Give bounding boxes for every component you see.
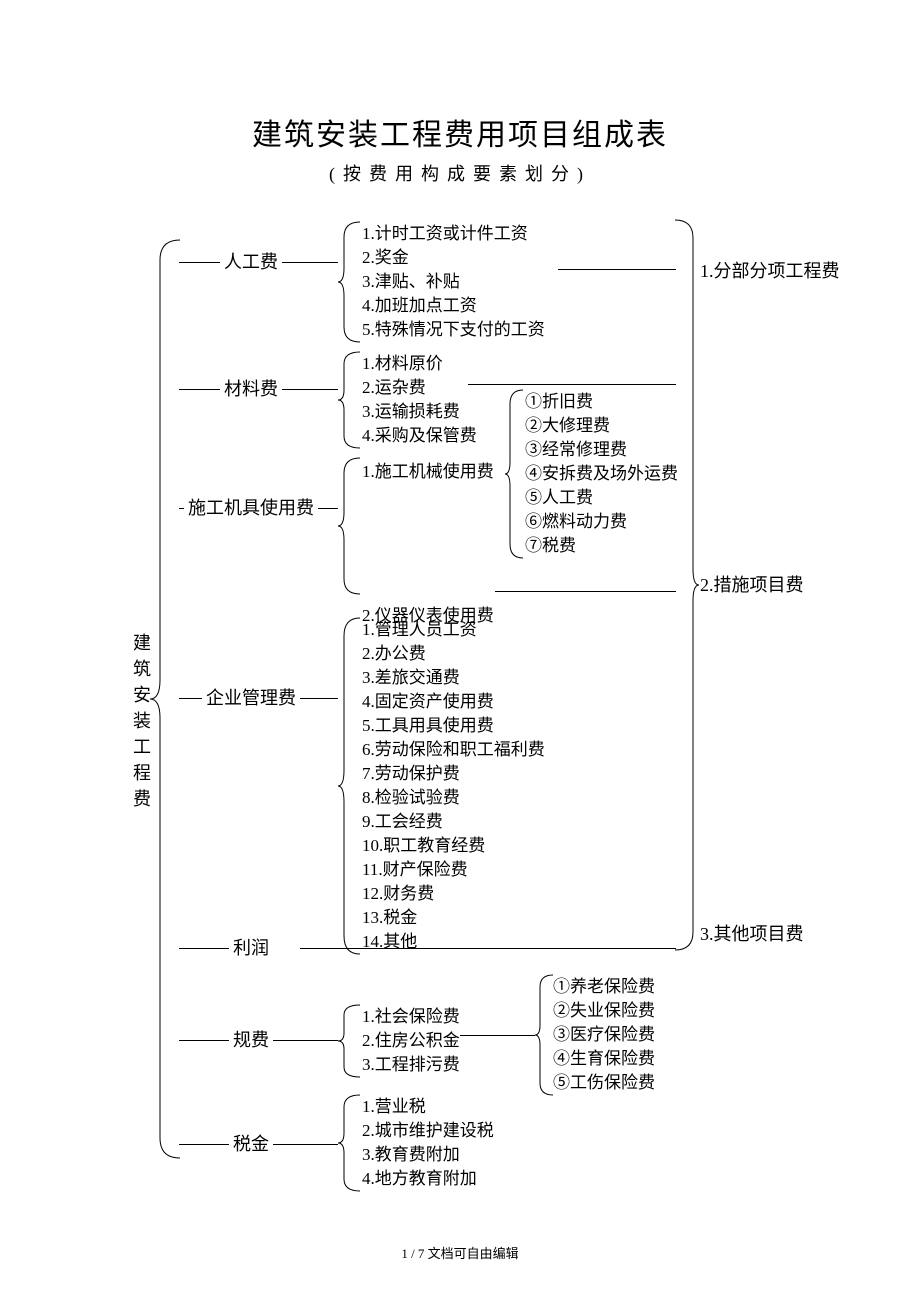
list-item: 6.劳动保险和职工福利费: [362, 738, 545, 762]
list-item: 1.社会保险费: [362, 1005, 460, 1029]
list-item: 4.采购及保管费: [362, 424, 477, 448]
list-item: 14.其他: [362, 930, 545, 954]
list-item: ③医疗保险费: [553, 1023, 655, 1047]
hline-right-2: [468, 384, 676, 385]
hline-left-税金: [179, 1144, 229, 1145]
root-label: 建筑安装工程费: [132, 630, 152, 812]
material-brace: [338, 352, 360, 448]
list-item: 2.运杂费: [362, 376, 477, 400]
list-item: ②大修理费: [525, 414, 678, 438]
list-item: 4.加班加点工资: [362, 294, 545, 318]
hline-feesub: [460, 1035, 535, 1036]
list-item: 13.税金: [362, 906, 545, 930]
category-税金: 税金: [233, 1133, 269, 1155]
management-cost-items: 1.管理人员工资2.办公费3.差旅交通费4.固定资产使用费5.工具用具使用费6.…: [362, 618, 545, 954]
category-人工费: 人工费: [224, 251, 278, 273]
hline-left-人工费: [179, 262, 220, 263]
list-item: [362, 556, 494, 580]
fee-brace: [338, 1005, 360, 1077]
list-item: 3.运输损耗费: [362, 400, 477, 424]
hline-mid-人工费: [282, 262, 338, 263]
list-item: 4.固定资产使用费: [362, 690, 545, 714]
list-item: 7.劳动保护费: [362, 762, 545, 786]
hline-mid-税金: [273, 1144, 338, 1145]
hline-mid-施工机具使用费: [318, 508, 338, 509]
hline-right-3: [495, 591, 676, 592]
list-item: 4.地方教育附加: [362, 1167, 494, 1191]
list-item: ⑤工伤保险费: [553, 1071, 655, 1095]
list-item: 2.奖金: [362, 246, 545, 270]
list-item: ①养老保险费: [553, 975, 655, 999]
list-item: 2.办公费: [362, 642, 545, 666]
list-item: [362, 484, 494, 508]
hline-left-规费: [179, 1040, 229, 1041]
list-item: 5.工具用具使用费: [362, 714, 545, 738]
list-item: 1.营业税: [362, 1095, 494, 1119]
category-企业管理费: 企业管理费: [206, 687, 296, 709]
category-规费: 规费: [233, 1029, 269, 1051]
hline-mid-规费: [273, 1040, 338, 1041]
hline-left-利润: [179, 948, 229, 949]
material-cost-items: 1.材料原价2.运杂费3.运输损耗费4.采购及保管费: [362, 352, 477, 448]
list-item: ②失业保险费: [553, 999, 655, 1023]
hline-right-1: [558, 269, 676, 270]
list-item: 5.特殊情况下支付的工资: [362, 318, 545, 342]
list-item: 1.施工机械使用费: [362, 460, 494, 484]
machine-sub-brace: [505, 390, 523, 558]
page-footer: 1 / 7 文档可自由编辑: [0, 1243, 920, 1262]
machine-sub-items: ①折旧费②大修理费③经常修理费④安拆费及场外运费⑤人工费⑥燃料动力费⑦税费: [525, 390, 678, 558]
labor-brace: [338, 222, 360, 342]
hline-left-企业管理费: [179, 698, 202, 699]
machine-brace: [338, 458, 360, 594]
right-item: 1.分部分项工程费: [700, 257, 840, 283]
doc-subtitle: (按费用构成要素划分): [0, 160, 920, 186]
doc-title: 建筑安装工程费用项目组成表: [0, 110, 920, 154]
list-item: 12.财务费: [362, 882, 545, 906]
list-item: [362, 508, 494, 532]
category-材料费: 材料费: [224, 378, 278, 400]
tax-brace: [338, 1095, 360, 1191]
list-item: ⑤人工费: [525, 486, 678, 510]
list-item: 2.住房公积金: [362, 1029, 460, 1053]
list-item: [362, 580, 494, 604]
list-item: 3.差旅交通费: [362, 666, 545, 690]
list-item: 2.城市维护建设税: [362, 1119, 494, 1143]
hline-left-材料费: [179, 389, 220, 390]
list-item: 1.材料原价: [362, 352, 477, 376]
right-brace: [675, 220, 699, 950]
right-item: 2.措施项目费: [700, 571, 804, 597]
machine-cost-items: 1.施工机械使用费 2.仪器仪表使用费: [362, 460, 494, 628]
list-item: 11.财产保险费: [362, 858, 545, 882]
list-item: 3.工程排污费: [362, 1053, 460, 1077]
root-brace: [150, 240, 180, 1158]
list-item: 1.管理人员工资: [362, 618, 545, 642]
hline-right-4: [300, 948, 676, 949]
list-item: ④生育保险费: [553, 1047, 655, 1071]
category-施工机具使用费: 施工机具使用费: [188, 497, 314, 519]
hline-left-施工机具使用费: [179, 508, 184, 509]
fee-sub-brace: [535, 975, 553, 1095]
list-item: ⑦税费: [525, 534, 678, 558]
list-item: ①折旧费: [525, 390, 678, 414]
list-item: 8.检验试验费: [362, 786, 545, 810]
list-item: 1.计时工资或计件工资: [362, 222, 545, 246]
list-item: ③经常修理费: [525, 438, 678, 462]
tax-items: 1.营业税2.城市维护建设税3.教育费附加4.地方教育附加: [362, 1095, 494, 1191]
right-item: 3.其他项目费: [700, 920, 804, 946]
hline-mid-企业管理费: [300, 698, 338, 699]
manage-brace: [338, 618, 360, 954]
statutory-fee-items: 1.社会保险费2.住房公积金3.工程排污费: [362, 1005, 460, 1077]
category-利润: 利润: [233, 937, 269, 959]
hline-mid-材料费: [282, 389, 338, 390]
insurance-sub-items: ①养老保险费②失业保险费③医疗保险费④生育保险费⑤工伤保险费: [553, 975, 655, 1095]
list-item: [362, 532, 494, 556]
list-item: ④安拆费及场外运费: [525, 462, 678, 486]
list-item: 10.职工教育经费: [362, 834, 545, 858]
list-item: 9.工会经费: [362, 810, 545, 834]
list-item: 3.教育费附加: [362, 1143, 494, 1167]
list-item: ⑥燃料动力费: [525, 510, 678, 534]
labor-cost-items: 1.计时工资或计件工资2.奖金3.津贴、补贴4.加班加点工资5.特殊情况下支付的…: [362, 222, 545, 342]
list-item: 3.津贴、补贴: [362, 270, 545, 294]
